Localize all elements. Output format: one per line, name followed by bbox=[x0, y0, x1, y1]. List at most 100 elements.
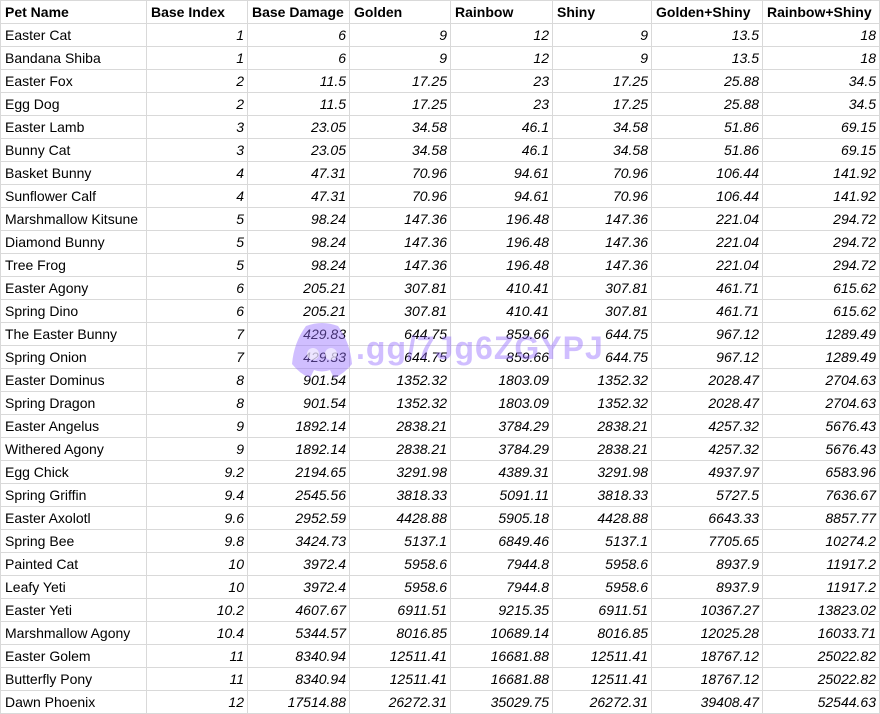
cell-shiny[interactable]: 5137.1 bbox=[552, 529, 652, 553]
cell-golden[interactable]: 5958.6 bbox=[349, 575, 451, 599]
cell-rainbow-shiny[interactable]: 615.62 bbox=[762, 276, 880, 300]
cell-base-index[interactable]: 9 bbox=[146, 414, 248, 438]
cell-golden[interactable]: 8016.85 bbox=[349, 621, 451, 645]
cell-golden[interactable]: 2838.21 bbox=[349, 414, 451, 438]
cell-base-index[interactable]: 9.6 bbox=[146, 506, 248, 530]
cell-shiny[interactable]: 26272.31 bbox=[552, 690, 652, 714]
cell-rainbow[interactable]: 23 bbox=[450, 92, 553, 116]
cell-pet-name[interactable]: Dawn Phoenix bbox=[0, 690, 147, 714]
cell-base-index[interactable]: 9.2 bbox=[146, 460, 248, 484]
cell-golden-shiny[interactable]: 106.44 bbox=[651, 184, 763, 208]
cell-base-index[interactable]: 1 bbox=[146, 23, 248, 47]
cell-rainbow-shiny[interactable]: 294.72 bbox=[762, 253, 880, 277]
cell-golden-shiny[interactable]: 13.5 bbox=[651, 23, 763, 47]
cell-base-index[interactable]: 10.2 bbox=[146, 598, 248, 622]
cell-rainbow[interactable]: 16681.88 bbox=[450, 667, 553, 691]
cell-shiny[interactable]: 8016.85 bbox=[552, 621, 652, 645]
cell-golden[interactable]: 307.81 bbox=[349, 276, 451, 300]
cell-golden-shiny[interactable]: 967.12 bbox=[651, 322, 763, 346]
cell-shiny[interactable]: 147.36 bbox=[552, 230, 652, 254]
cell-pet-name[interactable]: Leafy Yeti bbox=[0, 575, 147, 599]
cell-base-index[interactable]: 6 bbox=[146, 276, 248, 300]
cell-rainbow-shiny[interactable]: 25022.82 bbox=[762, 644, 880, 668]
cell-pet-name[interactable]: Egg Chick bbox=[0, 460, 147, 484]
cell-rainbow-shiny[interactable]: 18 bbox=[762, 23, 880, 47]
cell-golden[interactable]: 644.75 bbox=[349, 322, 451, 346]
cell-rainbow[interactable]: 10689.14 bbox=[450, 621, 553, 645]
cell-golden[interactable]: 12511.41 bbox=[349, 667, 451, 691]
cell-base-damage[interactable]: 17514.88 bbox=[247, 690, 350, 714]
cell-rainbow[interactable]: 12 bbox=[450, 46, 553, 70]
cell-rainbow-shiny[interactable]: 16033.71 bbox=[762, 621, 880, 645]
cell-rainbow-shiny[interactable]: 69.15 bbox=[762, 138, 880, 162]
cell-base-index[interactable]: 3 bbox=[146, 138, 248, 162]
cell-golden[interactable]: 17.25 bbox=[349, 92, 451, 116]
cell-pet-name[interactable]: Easter Dominus bbox=[0, 368, 147, 392]
cell-golden-shiny[interactable]: 51.86 bbox=[651, 115, 763, 139]
cell-base-index[interactable]: 6 bbox=[146, 299, 248, 323]
cell-rainbow-shiny[interactable]: 52544.63 bbox=[762, 690, 880, 714]
cell-golden-shiny[interactable]: 2028.47 bbox=[651, 368, 763, 392]
cell-golden[interactable]: 1352.32 bbox=[349, 391, 451, 415]
cell-rainbow[interactable]: 46.1 bbox=[450, 138, 553, 162]
cell-golden-shiny[interactable]: 25.88 bbox=[651, 92, 763, 116]
cell-rainbow[interactable]: 4389.31 bbox=[450, 460, 553, 484]
cell-shiny[interactable]: 1352.32 bbox=[552, 391, 652, 415]
cell-rainbow[interactable]: 94.61 bbox=[450, 161, 553, 185]
cell-rainbow[interactable]: 46.1 bbox=[450, 115, 553, 139]
cell-pet-name[interactable]: Spring Dragon bbox=[0, 391, 147, 415]
header-rainbow-shiny[interactable]: Rainbow+Shiny bbox=[762, 0, 880, 24]
cell-base-damage[interactable]: 2952.59 bbox=[247, 506, 350, 530]
cell-shiny[interactable]: 644.75 bbox=[552, 345, 652, 369]
cell-base-damage[interactable]: 8340.94 bbox=[247, 644, 350, 668]
cell-shiny[interactable]: 644.75 bbox=[552, 322, 652, 346]
cell-shiny[interactable]: 2838.21 bbox=[552, 437, 652, 461]
cell-golden-shiny[interactable]: 18767.12 bbox=[651, 644, 763, 668]
cell-base-index[interactable]: 8 bbox=[146, 391, 248, 415]
cell-golden[interactable]: 3291.98 bbox=[349, 460, 451, 484]
cell-rainbow[interactable]: 6849.46 bbox=[450, 529, 553, 553]
cell-shiny[interactable]: 34.58 bbox=[552, 138, 652, 162]
cell-rainbow[interactable]: 5091.11 bbox=[450, 483, 553, 507]
cell-base-damage[interactable]: 3972.4 bbox=[247, 575, 350, 599]
cell-base-damage[interactable]: 2545.56 bbox=[247, 483, 350, 507]
cell-base-index[interactable]: 9.8 bbox=[146, 529, 248, 553]
cell-golden[interactable]: 307.81 bbox=[349, 299, 451, 323]
cell-rainbow-shiny[interactable]: 141.92 bbox=[762, 161, 880, 185]
cell-pet-name[interactable]: Tree Frog bbox=[0, 253, 147, 277]
cell-rainbow[interactable]: 7944.8 bbox=[450, 575, 553, 599]
cell-pet-name[interactable]: Sunflower Calf bbox=[0, 184, 147, 208]
cell-golden[interactable]: 147.36 bbox=[349, 230, 451, 254]
cell-base-index[interactable]: 2 bbox=[146, 92, 248, 116]
cell-shiny[interactable]: 9 bbox=[552, 46, 652, 70]
cell-golden[interactable]: 147.36 bbox=[349, 207, 451, 231]
cell-base-index[interactable]: 4 bbox=[146, 161, 248, 185]
cell-base-damage[interactable]: 47.31 bbox=[247, 161, 350, 185]
cell-rainbow[interactable]: 1803.09 bbox=[450, 391, 553, 415]
cell-base-damage[interactable]: 6 bbox=[247, 23, 350, 47]
header-base-index[interactable]: Base Index bbox=[146, 0, 248, 24]
cell-shiny[interactable]: 2838.21 bbox=[552, 414, 652, 438]
cell-base-index[interactable]: 3 bbox=[146, 115, 248, 139]
cell-rainbow[interactable]: 859.66 bbox=[450, 345, 553, 369]
cell-base-damage[interactable]: 429.83 bbox=[247, 345, 350, 369]
cell-rainbow-shiny[interactable]: 8857.77 bbox=[762, 506, 880, 530]
cell-pet-name[interactable]: Butterfly Pony bbox=[0, 667, 147, 691]
cell-rainbow-shiny[interactable]: 7636.67 bbox=[762, 483, 880, 507]
cell-pet-name[interactable]: Spring Bee bbox=[0, 529, 147, 553]
header-shiny[interactable]: Shiny bbox=[552, 0, 652, 24]
cell-rainbow[interactable]: 410.41 bbox=[450, 299, 553, 323]
cell-rainbow-shiny[interactable]: 1289.49 bbox=[762, 345, 880, 369]
cell-golden[interactable]: 2838.21 bbox=[349, 437, 451, 461]
cell-golden[interactable]: 34.58 bbox=[349, 115, 451, 139]
cell-pet-name[interactable]: Spring Griffin bbox=[0, 483, 147, 507]
cell-shiny[interactable]: 17.25 bbox=[552, 69, 652, 93]
cell-rainbow-shiny[interactable]: 18 bbox=[762, 46, 880, 70]
cell-golden[interactable]: 70.96 bbox=[349, 161, 451, 185]
cell-shiny[interactable]: 5958.6 bbox=[552, 575, 652, 599]
cell-golden-shiny[interactable]: 12025.28 bbox=[651, 621, 763, 645]
cell-golden[interactable]: 9 bbox=[349, 23, 451, 47]
cell-shiny[interactable]: 307.81 bbox=[552, 276, 652, 300]
cell-base-index[interactable]: 7 bbox=[146, 345, 248, 369]
cell-pet-name[interactable]: Diamond Bunny bbox=[0, 230, 147, 254]
